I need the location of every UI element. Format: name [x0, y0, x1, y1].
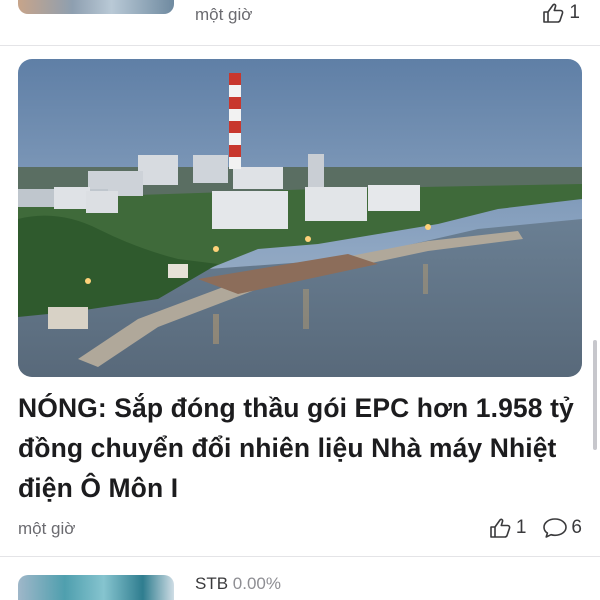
ticker-symbol: STB	[195, 574, 229, 593]
thumbs-up-icon	[542, 2, 566, 24]
previous-article-like-button[interactable]: 1	[542, 2, 580, 24]
next-article-thumbnail[interactable]	[18, 575, 174, 600]
thumbs-up-icon	[489, 517, 513, 539]
article-like-button[interactable]: 1	[489, 517, 527, 539]
article-time: một giờ	[18, 519, 76, 538]
stock-ticker-tag[interactable]: STB 0.00%	[195, 574, 281, 594]
card-divider	[0, 556, 600, 557]
article-headline[interactable]: NÓNG: Sắp đóng thầu gói EPC hơn 1.958 tỷ…	[18, 388, 584, 508]
card-divider	[0, 45, 600, 46]
ticker-change: 0.00%	[232, 574, 281, 593]
previous-article-thumbnail[interactable]	[18, 0, 174, 14]
previous-article-time: một giờ	[195, 5, 253, 24]
article-comment-button[interactable]: 6	[542, 517, 582, 539]
article-like-count: 1	[515, 517, 527, 538]
article-actions: 1 6	[489, 517, 582, 539]
scrollbar[interactable]	[593, 340, 597, 450]
previous-article-card[interactable]: một giờ 1	[0, 0, 600, 42]
article-comment-count: 6	[571, 517, 582, 538]
comment-bubble-icon	[542, 517, 568, 539]
previous-article-like-count: 1	[569, 2, 580, 23]
news-feed: một giờ 1 NÓNG: Sắp đóng thầu gói EPC hơ…	[0, 0, 600, 600]
article-image[interactable]	[18, 59, 582, 377]
